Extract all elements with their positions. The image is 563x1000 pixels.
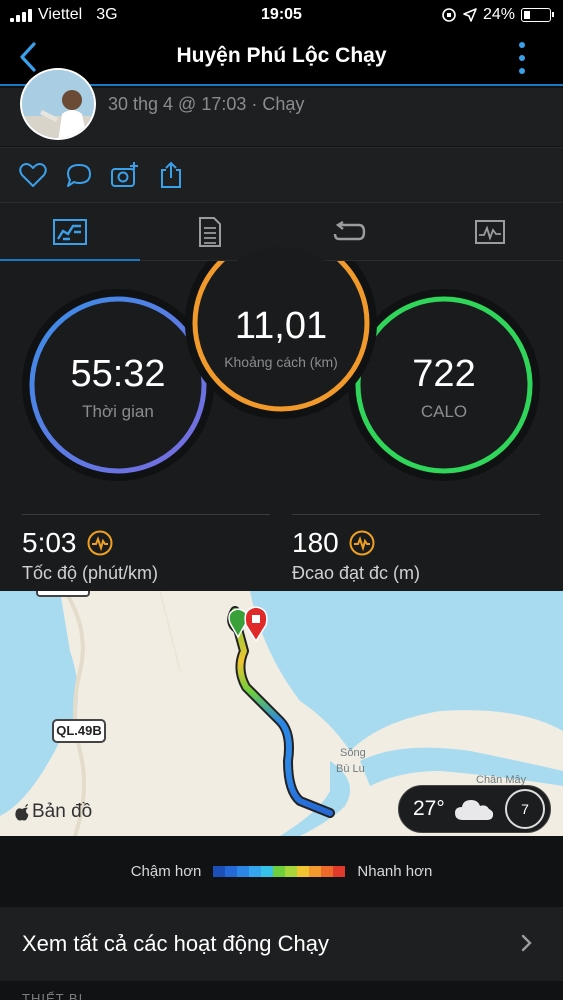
status-right: 24% bbox=[441, 6, 554, 24]
more-options-button[interactable] bbox=[517, 42, 527, 74]
see-all-label: Xem tất cả các hoạt động Chạy bbox=[22, 931, 329, 956]
tab-stats[interactable] bbox=[0, 203, 140, 262]
calories-label: CALO bbox=[420, 401, 468, 421]
wind-speed: 7 bbox=[521, 801, 529, 817]
map-attribution-text: Bản đồ bbox=[32, 801, 93, 822]
elevation-chart-icon[interactable] bbox=[349, 530, 375, 556]
chevron-right-icon bbox=[521, 934, 532, 952]
legend-swatch bbox=[225, 865, 238, 877]
page-title: Huyện Phú Lộc Chạy bbox=[176, 44, 387, 67]
weather-badge: 27° 7 bbox=[398, 785, 551, 833]
legend-swatch bbox=[261, 865, 274, 877]
pace-chart-icon[interactable] bbox=[87, 530, 113, 556]
weather-temp: 27° bbox=[413, 797, 445, 820]
action-bar bbox=[0, 147, 563, 202]
add-photo-icon[interactable] bbox=[110, 160, 140, 190]
share-icon[interactable] bbox=[156, 160, 186, 190]
legend-swatch bbox=[213, 865, 226, 877]
legend-swatch bbox=[249, 865, 262, 877]
apple-logo-icon bbox=[15, 804, 29, 821]
avatar[interactable] bbox=[20, 68, 96, 140]
like-icon[interactable] bbox=[18, 160, 48, 190]
time-value: 55:32 bbox=[70, 352, 166, 395]
legend-color-bar bbox=[213, 865, 346, 877]
legend-swatch bbox=[237, 865, 250, 877]
elevation-value: 180 bbox=[292, 527, 339, 558]
battery-icon bbox=[521, 8, 554, 22]
legend-swatch bbox=[285, 865, 298, 877]
stats-panel: 55:32 Thời gian 722 CALO 11,01 Khoảng cá… bbox=[0, 247, 563, 591]
status-bar: Viettel 3G 19:05 24% bbox=[0, 0, 563, 30]
elevation-label: Đcao đạt đc (m) bbox=[292, 563, 421, 583]
pace-legend: Chậm hơn Nhanh hơn bbox=[0, 836, 563, 906]
activity-date: 30 thg 4 @ 17:03 · Chạy bbox=[108, 94, 305, 114]
legend-swatch bbox=[333, 865, 346, 877]
legend-swatch bbox=[297, 865, 310, 877]
map-attribution[interactable]: Bản đồ bbox=[14, 801, 92, 823]
legend-faster: Nhanh hơn bbox=[357, 862, 433, 880]
document-icon bbox=[199, 217, 221, 247]
route-map[interactable]: QL.49B Sông Bù Lu Chân Mây Bản đồ 27° 7 bbox=[0, 591, 563, 836]
legend-swatch bbox=[309, 865, 322, 877]
wind-indicator: 7 bbox=[505, 789, 545, 829]
pace-metric: 5:03 Tốc độ (phút/km) bbox=[22, 514, 270, 584]
calories-ring: 722 CALO bbox=[366, 309, 522, 465]
location-icon bbox=[463, 8, 477, 22]
distance-ring: 11,01 Khoảng cách (km) bbox=[203, 247, 359, 403]
back-button[interactable] bbox=[14, 40, 44, 74]
activity-header: 30 thg 4 @ 17:03 · Chạy bbox=[0, 68, 563, 146]
legend-swatch bbox=[273, 865, 286, 877]
cloud-icon bbox=[454, 800, 493, 820]
graph-icon bbox=[475, 220, 505, 244]
elevation-metric: 180 Đcao đạt đc (m) bbox=[292, 514, 540, 584]
tab-charts[interactable] bbox=[420, 203, 560, 261]
time-label: Thời gian bbox=[82, 401, 154, 421]
comment-icon[interactable] bbox=[64, 160, 94, 190]
battery-percent: 24% bbox=[482, 6, 515, 23]
pace-value: 5:03 bbox=[22, 527, 77, 558]
laps-icon bbox=[333, 221, 366, 241]
devices-section-header: THIẾT BỊ bbox=[22, 991, 84, 1000]
distance-label: Khoảng cách (km) bbox=[224, 353, 338, 370]
pace-label: Tốc độ (phút/km) bbox=[22, 563, 159, 583]
time-ring: 55:32 Thời gian bbox=[40, 309, 196, 465]
route-pins bbox=[228, 606, 268, 643]
distance-value: 11,01 bbox=[234, 304, 328, 347]
legend-swatch bbox=[321, 865, 334, 877]
orientation-lock-icon bbox=[442, 8, 456, 22]
see-all-activities-row[interactable]: Xem tất cả các hoạt động Chạy bbox=[0, 907, 563, 981]
legend-slower: Chậm hơn bbox=[130, 862, 202, 880]
stats-icon bbox=[53, 219, 87, 245]
calories-value: 722 bbox=[412, 352, 476, 395]
